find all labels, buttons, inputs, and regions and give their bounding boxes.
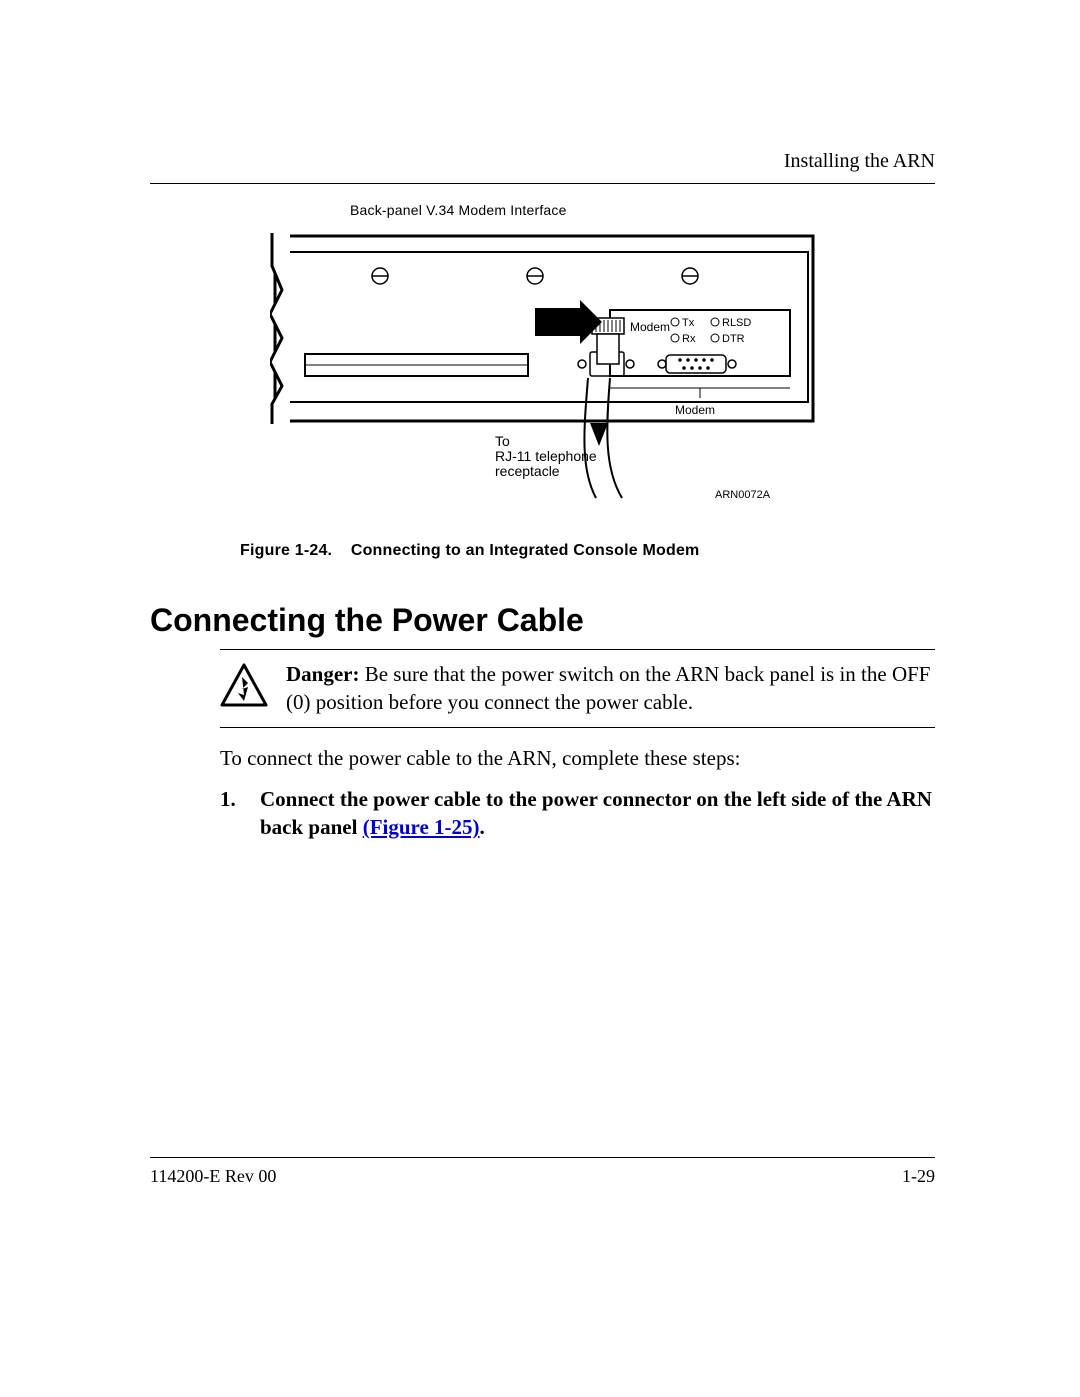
step-list: 1. Connect the power cable to the power … [220, 785, 935, 842]
led-rx-label: Rx [682, 333, 696, 345]
section-heading: Connecting the Power Cable [150, 602, 935, 639]
led-tx-label: Tx [682, 317, 695, 329]
footer-rule [150, 1157, 935, 1158]
page: Installing the ARN Back-panel V.34 Modem… [0, 0, 1080, 1397]
admon-bottom-rule [220, 727, 935, 728]
footer-doc-id: 114200-E Rev 00 [150, 1166, 276, 1187]
danger-admonition: Danger: Be sure that the power switch on… [220, 649, 935, 728]
figure-xref-link[interactable]: (Figure 1-25) [363, 815, 480, 839]
callout-line-3: receptacle [495, 463, 560, 479]
figure-caption-text: Connecting to an Integrated Console Mode… [351, 542, 700, 559]
figure-block: Back-panel V.34 Modem Interface Modem [150, 202, 935, 560]
danger-icon [220, 663, 268, 717]
running-head: Installing the ARN [150, 150, 935, 173]
header-rule [150, 183, 935, 184]
figure-caption: Figure 1-24. Connecting to an Integrated… [240, 542, 935, 560]
step-number: 1. [220, 785, 242, 842]
led-dtr-label: DTR [722, 333, 745, 345]
danger-label: Danger: [286, 662, 359, 686]
danger-text: Danger: Be sure that the power switch on… [286, 660, 935, 717]
figure-top-title: Back-panel V.34 Modem Interface [350, 202, 935, 218]
modem-diagram: Modem Tx RLSD Rx DTR [270, 228, 830, 518]
step-item: 1. Connect the power cable to the power … [220, 785, 935, 842]
intro-paragraph: To connect the power cable to the ARN, c… [220, 746, 935, 771]
step-text-after: . [480, 815, 485, 839]
modem-svg: Modem Tx RLSD Rx DTR [270, 228, 830, 518]
modem-bottom-label: Modem [675, 403, 715, 417]
step-text: Connect the power cable to the power con… [260, 785, 935, 842]
page-footer: 114200-E Rev 00 1-29 [150, 1151, 935, 1187]
callout-line-2: RJ-11 telephone [495, 448, 597, 464]
danger-body: Be sure that the power switch on the ARN… [286, 662, 930, 714]
admon-top-rule [220, 649, 935, 650]
modem-panel-label: Modem [630, 320, 670, 334]
art-id: ARN0072A [715, 489, 771, 501]
callout-line-to: To [495, 433, 510, 449]
led-rlsd-label: RLSD [722, 317, 751, 329]
footer-page-no: 1-29 [902, 1166, 935, 1187]
figure-caption-prefix: Figure 1-24. [240, 542, 332, 559]
step-text-before: Connect the power cable to the power con… [260, 787, 932, 839]
